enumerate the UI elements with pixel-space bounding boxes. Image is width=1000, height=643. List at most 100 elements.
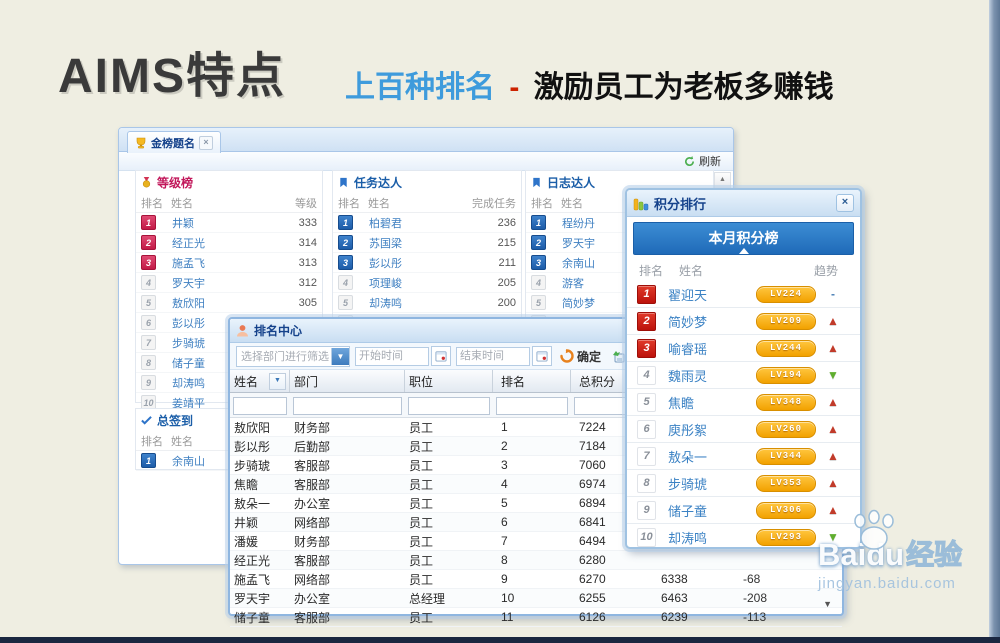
table-row[interactable]: 经正光 客服部 员工 8 6280	[230, 551, 842, 570]
list-item[interactable]: 3 施孟飞 313	[136, 253, 322, 273]
medal-icon	[141, 176, 152, 188]
member-name[interactable]: 喻睿瑶	[668, 339, 756, 358]
level-badge: LV353	[756, 474, 816, 492]
points-row[interactable]: 3 喻睿瑶 LV244 ▲	[627, 335, 860, 362]
refresh-button[interactable]: 刷新	[699, 153, 721, 169]
rank-badge: 3	[531, 255, 546, 270]
board-title-text: 任务达人	[354, 175, 403, 190]
points-row[interactable]: 8 步骑琥 LV353 ▲	[627, 470, 860, 497]
tab-bar: 金榜题名	[119, 128, 733, 153]
board-title-text: 日志达人	[547, 175, 596, 190]
page-bottom-border	[0, 637, 1000, 643]
list-item[interactable]: 1 井颖 333	[136, 213, 322, 233]
list-item[interactable]: 2 苏国梁 215	[333, 233, 521, 253]
points-row[interactable]: 7 敖朵一 LV344 ▲	[627, 443, 860, 470]
board-title-text: 等级榜	[157, 175, 194, 190]
level-board-title: 等级榜	[136, 171, 322, 193]
rank-badge: 8	[637, 473, 656, 493]
member-name[interactable]: 却涛鸣	[668, 528, 756, 547]
sort-down-icon[interactable]	[269, 372, 286, 390]
trophy-icon	[135, 137, 147, 149]
member-name[interactable]: 翟迎天	[668, 285, 756, 304]
points-row[interactable]: 6 庾彤絮 LV260 ▲	[627, 416, 860, 443]
filter-name-input[interactable]	[233, 396, 287, 415]
member-value: 313	[298, 256, 317, 269]
points-row[interactable]: 1 翟迎天 LV224 -	[627, 281, 860, 308]
confirm-button[interactable]: 确定	[557, 348, 604, 365]
table-row[interactable]: 储子童 客服部 员工 11 6126 6239 -113	[230, 608, 842, 627]
start-date-input[interactable]	[355, 346, 429, 366]
baidu-jingyan-watermark: Baidu 经验 jingyan.baidu.com	[818, 509, 996, 592]
scroll-up-icon[interactable]: ▲	[715, 173, 730, 189]
list-item[interactable]: 3 彭以彤 211	[333, 253, 521, 273]
member-name[interactable]: 项理峻	[369, 275, 460, 291]
rank-badge: 10	[637, 527, 656, 547]
points-row[interactable]: 2 简妙梦 LV209 ▲	[627, 308, 860, 335]
person-icon	[236, 324, 249, 337]
points-row[interactable]: 9 储子童 LV306 ▲	[627, 497, 860, 524]
member-name[interactable]: 施孟飞	[172, 255, 261, 271]
table-row[interactable]: 施孟飞 网络部 员工 9 6270 6338 -68	[230, 570, 842, 589]
list-item[interactable]: 4 项理峻 205	[333, 273, 521, 293]
member-value: 215	[497, 236, 516, 249]
rank-badge: 7	[141, 335, 156, 350]
page-subtitle: 上百种排名 - 激励员工为老板多赚钱	[345, 62, 834, 106]
tab-gold-list[interactable]: 金榜题名	[127, 131, 221, 153]
page-right-border	[989, 0, 1000, 643]
rank-badge: 2	[531, 235, 546, 250]
member-value: 236	[497, 216, 516, 229]
points-header: 排名 姓名 趋势	[627, 259, 860, 281]
calendar-icon[interactable]	[431, 346, 451, 366]
header-name[interactable]: 姓名	[230, 370, 290, 392]
member-name[interactable]: 庾彤絮	[668, 420, 756, 439]
rank-badge: 9	[141, 375, 156, 390]
chevron-down-icon[interactable]	[331, 347, 349, 365]
member-name[interactable]: 柏碧君	[369, 215, 460, 231]
member-name[interactable]: 却涛鸣	[369, 295, 460, 311]
close-icon[interactable]	[836, 194, 854, 212]
member-name[interactable]: 罗天宇	[172, 275, 261, 291]
points-panel-title: 积分排行	[654, 196, 707, 212]
member-name[interactable]: 井颖	[172, 215, 261, 231]
member-name[interactable]: 经正光	[172, 235, 261, 251]
more-rows-icon[interactable]	[823, 599, 832, 609]
end-date-input[interactable]	[456, 346, 530, 366]
filter-rank-input[interactable]	[496, 396, 568, 415]
level-badge: LV293	[756, 528, 816, 546]
rank-badge: 5	[141, 295, 156, 310]
header-rank[interactable]: 排名	[493, 370, 571, 392]
department-filter-select[interactable]: 选择部门进行筛选	[236, 345, 350, 367]
filter-title-input[interactable]	[408, 396, 490, 415]
table-row[interactable]: 罗天宇 办公室 总经理 10 6255 6463 -208	[230, 589, 842, 608]
calendar-icon[interactable]	[532, 346, 552, 366]
col-rank: 排名	[141, 197, 163, 210]
list-item[interactable]: 5 敖欣阳 305	[136, 293, 322, 313]
header-dept[interactable]: 部门	[290, 370, 405, 392]
list-item[interactable]: 1 柏碧君 236	[333, 213, 521, 233]
member-name[interactable]: 彭以彤	[369, 255, 460, 271]
member-name[interactable]: 敖欣阳	[172, 295, 261, 311]
member-name[interactable]: 储子童	[668, 501, 756, 520]
points-row[interactable]: 5 焦瞻 LV348 ▲	[627, 389, 860, 416]
col-rank: 排名	[338, 197, 360, 210]
member-name[interactable]: 魏雨灵	[668, 366, 756, 385]
points-row[interactable]: 4 魏雨灵 LV194 ▼	[627, 362, 860, 389]
list-item[interactable]: 4 罗天宇 312	[136, 273, 322, 293]
member-name[interactable]: 敖朵一	[668, 447, 756, 466]
trend-icon: ▲	[827, 503, 839, 517]
member-name[interactable]: 步骑琥	[668, 474, 756, 493]
rank-badge: 2	[637, 311, 656, 331]
tab-close-icon[interactable]	[199, 135, 213, 150]
level-board-header: 排名 姓名 等级	[136, 193, 322, 213]
member-name[interactable]: 简妙梦	[668, 312, 756, 331]
confirm-swirl-icon	[560, 349, 574, 363]
member-name[interactable]: 焦瞻	[668, 393, 756, 412]
filter-dept-input[interactable]	[293, 396, 402, 415]
level-badge: LV306	[756, 501, 816, 519]
header-title[interactable]: 职位	[405, 370, 493, 392]
member-name[interactable]: 苏国梁	[369, 235, 460, 251]
rank-badge: 2	[141, 235, 156, 250]
list-item[interactable]: 5 却涛鸣 200	[333, 293, 521, 313]
col-name: 姓名	[368, 197, 390, 210]
list-item[interactable]: 2 经正光 314	[136, 233, 322, 253]
